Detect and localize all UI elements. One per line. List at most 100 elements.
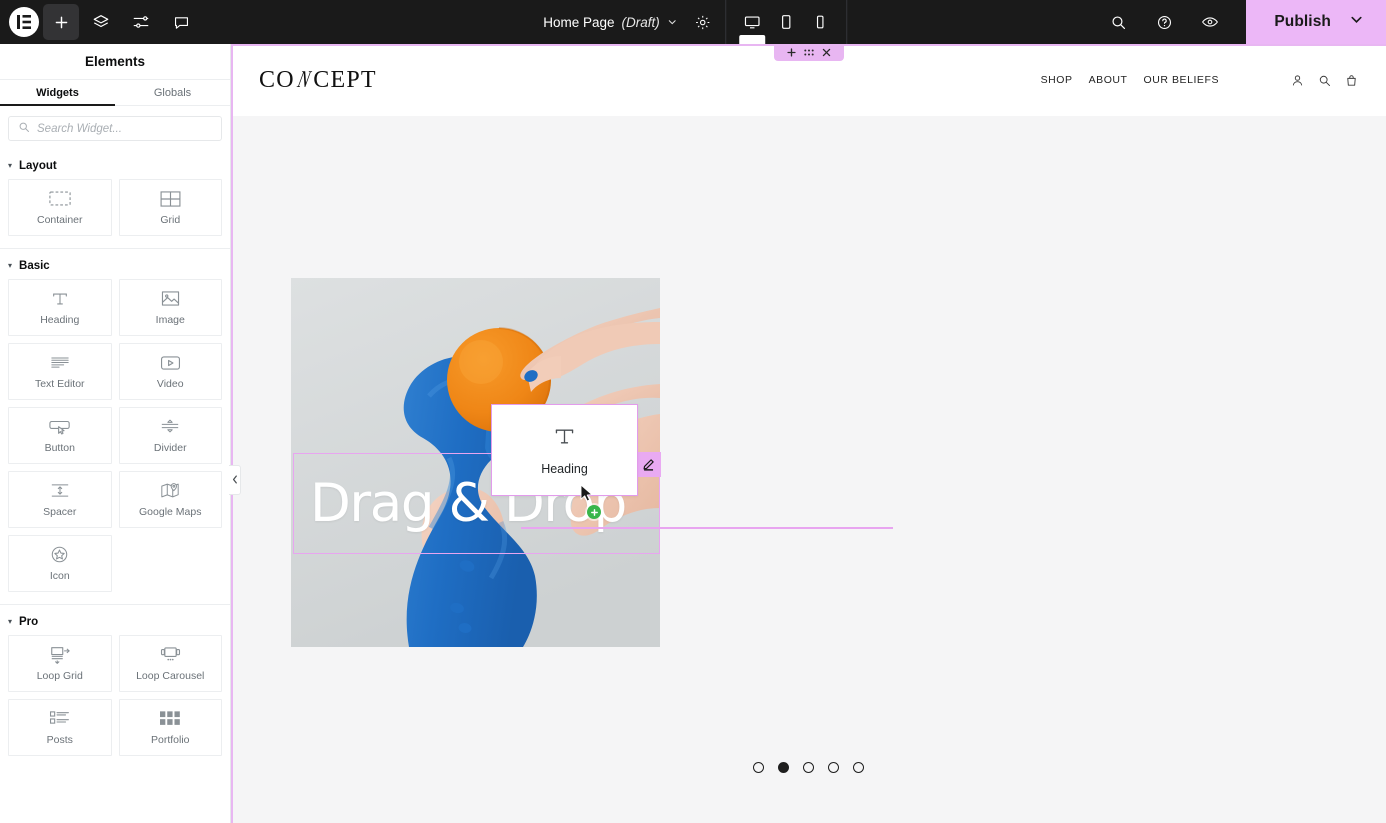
brand-part-1: CO (259, 66, 295, 93)
mobile-icon[interactable] (804, 4, 836, 40)
category-basic-title: Basic (19, 260, 50, 272)
text-lines-icon (50, 354, 70, 372)
widget-video-label: Video (156, 377, 184, 390)
brand-part-2: CEPT (313, 66, 377, 93)
tab-widgets-label: Widgets (36, 86, 79, 99)
basic-widget-grid: Heading Image Text Editor Video Button D… (8, 279, 222, 602)
layers-icon[interactable] (83, 4, 119, 40)
category-layout: ▾ Layout Container Grid (0, 153, 230, 246)
widget-container[interactable]: Container (8, 179, 112, 236)
carousel-dot-3[interactable] (803, 762, 814, 773)
tab-widgets[interactable]: Widgets (0, 80, 115, 106)
drag-handle-dots-icon[interactable] (804, 49, 814, 57)
search-icon[interactable] (1100, 4, 1136, 40)
grid-icon (160, 190, 181, 208)
widget-video[interactable]: Video (118, 343, 222, 400)
widget-grid[interactable]: Grid (118, 179, 222, 236)
image-icon (161, 290, 180, 308)
widget-posts[interactable]: Posts (8, 699, 112, 756)
editor-body: Elements Widgets Globals Search Widget..… (0, 44, 1386, 823)
eye-icon[interactable] (1192, 4, 1228, 40)
site-header-icons (1291, 74, 1358, 87)
tablet-icon[interactable] (770, 4, 802, 40)
category-basic-header[interactable]: ▾ Basic (8, 253, 222, 279)
widget-posts-label: Posts (46, 733, 73, 746)
category-layout-header[interactable]: ▾ Layout (8, 153, 222, 179)
chevron-down-icon[interactable] (1349, 12, 1364, 32)
widget-divider[interactable]: Divider (118, 407, 222, 464)
search-icon[interactable] (1318, 74, 1331, 87)
panel-collapse-toggle[interactable] (229, 465, 241, 495)
widget-spacer[interactable]: Spacer (8, 471, 112, 528)
site-logo[interactable]: CONCEPT (259, 67, 377, 94)
publish-button[interactable]: Publish (1246, 0, 1386, 44)
elements-panel: Elements Widgets Globals Search Widget..… (0, 44, 231, 823)
tab-globals[interactable]: Globals (115, 80, 230, 105)
heading-t-icon (51, 290, 69, 308)
widget-loop-grid[interactable]: Loop Grid (8, 635, 112, 692)
comment-bubble-icon[interactable] (163, 4, 199, 40)
container-icon (49, 190, 71, 208)
gear-icon[interactable] (685, 4, 721, 40)
widget-text-editor[interactable]: Text Editor (8, 343, 112, 400)
widget-heading[interactable]: Heading (8, 279, 112, 336)
widget-image[interactable]: Image (118, 279, 222, 336)
widget-grid-label: Grid (160, 213, 181, 226)
category-divider-1 (0, 248, 230, 249)
map-pin-icon (160, 482, 180, 500)
sliders-icon[interactable] (123, 4, 159, 40)
nav-link-shop[interactable]: SHOP (1041, 74, 1073, 86)
posts-list-icon (49, 710, 70, 728)
document-title: Home Page (543, 14, 615, 30)
nav-link-about[interactable]: ABOUT (1089, 74, 1128, 86)
section-floating-toolbar (774, 44, 844, 61)
layout-widget-grid: Container Grid (8, 179, 222, 246)
widget-google-maps[interactable]: Google Maps (118, 471, 222, 528)
desktop-icon[interactable] (736, 4, 768, 40)
search-icon (18, 120, 30, 138)
top-bar-right-group: Publish (1100, 0, 1386, 44)
cart-bag-icon[interactable] (1345, 74, 1358, 87)
carousel-dot-5[interactable] (853, 762, 864, 773)
brand-slash-n: N (293, 66, 315, 93)
portfolio-grid-icon (160, 710, 181, 728)
plus-icon[interactable] (787, 48, 796, 57)
search-input[interactable] (37, 122, 212, 135)
loop-carousel-icon (159, 646, 182, 664)
carousel-dot-1[interactable] (753, 762, 764, 773)
plus-icon[interactable] (43, 4, 79, 40)
toolbar-divider (724, 0, 726, 44)
tab-globals-label: Globals (153, 86, 192, 99)
carousel-dot-2[interactable] (778, 762, 789, 773)
widget-google-maps-label: Google Maps (139, 505, 202, 518)
carousel-dots (231, 762, 1386, 773)
star-circle-icon (50, 546, 69, 564)
carousel-dot-4[interactable] (828, 762, 839, 773)
widget-portfolio[interactable]: Portfolio (118, 699, 222, 756)
widget-button-label: Button (44, 441, 75, 454)
document-name-dropdown[interactable]: Home Page (Draft) (535, 15, 685, 30)
widget-button[interactable]: Button (8, 407, 112, 464)
widget-loop-carousel[interactable]: Loop Carousel (118, 635, 222, 692)
widget-loop-carousel-label: Loop Carousel (136, 669, 205, 682)
widget-icon[interactable]: Icon (8, 535, 112, 592)
button-cursor-icon (49, 418, 71, 436)
question-circle-icon[interactable] (1146, 4, 1182, 40)
plus-circle-icon (587, 505, 601, 519)
widget-divider-label: Divider (153, 441, 187, 454)
account-person-icon[interactable] (1291, 74, 1304, 87)
dragged-widget-heading[interactable]: Heading (491, 404, 638, 496)
pencil-edit-icon[interactable] (635, 452, 661, 478)
video-play-icon (160, 354, 181, 372)
widget-icon-label: Icon (49, 569, 70, 582)
caret-down-icon: ▾ (8, 261, 13, 270)
toolbar-divider-2 (845, 0, 847, 44)
elementor-logo-icon[interactable] (9, 7, 39, 37)
close-x-icon[interactable] (822, 48, 831, 57)
nav-link-our-beliefs[interactable]: OUR BELIEFS (1144, 74, 1219, 86)
category-pro-header[interactable]: ▾ Pro (8, 609, 222, 635)
pro-widget-grid: Loop Grid Loop Carousel Posts Portfolio (8, 635, 222, 766)
search-box[interactable] (8, 116, 222, 141)
widget-categories: ▾ Layout Container Grid ▾ Basic Heading … (0, 149, 230, 823)
chevron-down-icon (667, 15, 677, 30)
